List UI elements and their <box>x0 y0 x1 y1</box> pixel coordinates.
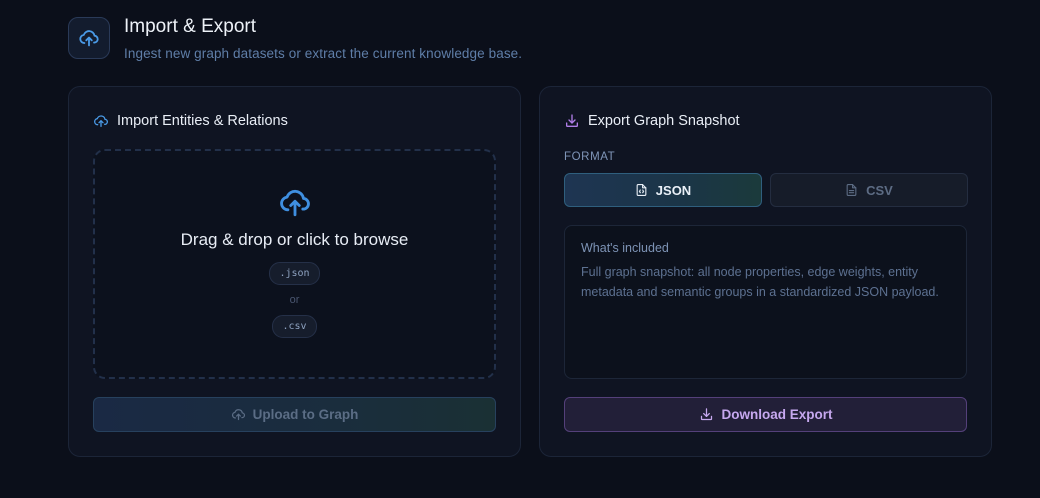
format-badge-json: .json <box>269 262 320 285</box>
cloud-upload-icon <box>231 409 245 421</box>
format-json-label: JSON <box>655 182 692 198</box>
upload-button-label: Upload to Graph <box>252 407 359 422</box>
cloud-upload-icon <box>94 115 108 127</box>
format-badge-csv: .csv <box>272 315 317 338</box>
format-label: FORMAT <box>564 151 616 163</box>
csv-file-icon <box>846 184 857 196</box>
page-header: Import & Export Ingest new graph dataset… <box>68 17 522 61</box>
format-option-csv[interactable]: CSV <box>770 173 968 207</box>
info-body: Full graph snapshot: all node properties… <box>581 265 939 299</box>
json-file-icon <box>636 184 647 196</box>
page-title: Import & Export <box>124 16 256 37</box>
format-option-json[interactable]: JSON <box>564 173 762 207</box>
import-card: Import Entities & Relations Drag & drop … <box>68 86 521 457</box>
export-card-title: Export Graph Snapshot <box>564 113 740 129</box>
upload-to-graph-button[interactable]: Upload to Graph <box>93 397 496 432</box>
export-info-box: What's included Full graph snapshot: all… <box>564 225 967 379</box>
import-card-title: Import Entities & Relations <box>93 113 288 129</box>
download-export-button[interactable]: Download Export <box>564 397 967 432</box>
export-card: Export Graph Snapshot FORMAT JSON CSV Wh… <box>539 86 992 457</box>
dropzone-title: Drag & drop or click to browse <box>180 230 409 249</box>
info-title: What's included <box>581 241 669 255</box>
format-csv-label: CSV <box>866 182 893 198</box>
download-icon <box>566 114 578 127</box>
file-dropzone[interactable]: Drag & drop or click to browse .json or … <box>93 149 496 379</box>
page-subtitle: Ingest new graph datasets or extract the… <box>124 46 523 61</box>
cloud-upload-icon <box>277 185 313 224</box>
dropzone-or-label: or <box>289 294 300 306</box>
cloud-upload-icon <box>68 17 110 59</box>
export-card-title-label: Export Graph Snapshot <box>588 113 740 129</box>
import-card-title-label: Import Entities & Relations <box>117 113 288 129</box>
download-button-label: Download Export <box>721 407 833 422</box>
download-icon <box>700 408 712 421</box>
